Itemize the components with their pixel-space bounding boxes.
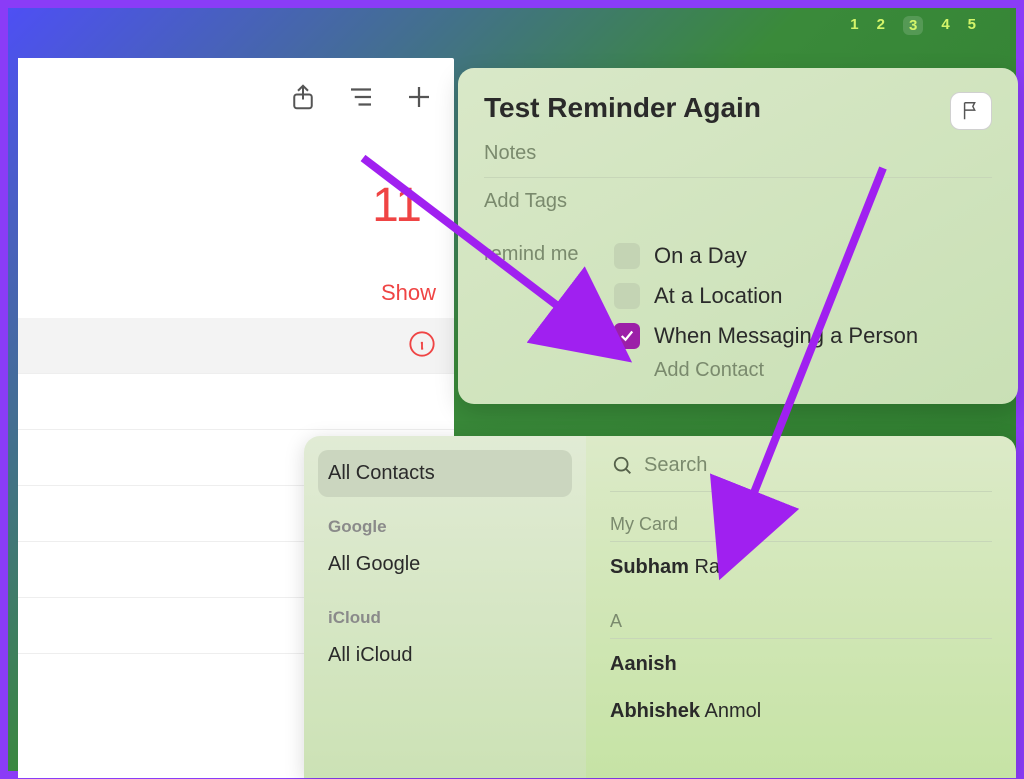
reminder-row-selected[interactable]: [18, 318, 454, 374]
reminder-detail-popover: Test Reminder Again Notes Add Tags remin…: [458, 68, 1018, 404]
option-label: On a Day: [654, 243, 747, 269]
toolbar: [288, 82, 434, 112]
cal-day-highlight: 3: [903, 16, 923, 35]
section-my-card: My Card: [610, 492, 992, 542]
share-icon[interactable]: [288, 82, 318, 112]
cal-day: 5: [968, 16, 976, 35]
contact-name-bold: Subham: [610, 556, 689, 578]
checkbox-checked[interactable]: [614, 323, 640, 349]
contact-name-rest: Raj: [689, 556, 725, 578]
option-when-messaging[interactable]: When Messaging a Person: [614, 323, 992, 349]
search-icon: [612, 455, 634, 477]
tags-field[interactable]: Add Tags: [484, 178, 992, 225]
option-at-a-location[interactable]: At a Location: [614, 283, 992, 309]
checkbox-unchecked[interactable]: [614, 243, 640, 269]
flag-button[interactable]: [950, 92, 992, 130]
section-a: A: [610, 589, 992, 639]
calendar-strip: 1 2 3 4 5: [850, 16, 976, 35]
add-icon[interactable]: [404, 82, 434, 112]
cal-day: 1: [850, 16, 858, 35]
add-contact-link[interactable]: Add Contact: [654, 359, 992, 382]
sidebar-item-all-google[interactable]: All Google: [318, 541, 572, 588]
search-field[interactable]: [610, 450, 992, 492]
sidebar-item-all-contacts[interactable]: All Contacts: [318, 450, 572, 497]
list-icon[interactable]: [346, 82, 376, 112]
reminder-title[interactable]: Test Reminder Again: [484, 92, 761, 124]
cal-day: 2: [877, 16, 885, 35]
contact-name-rest: Anmol: [700, 700, 761, 722]
sidebar-section-icloud: iCloud: [328, 608, 572, 628]
info-icon[interactable]: [408, 330, 436, 358]
option-on-a-day[interactable]: On a Day: [614, 243, 992, 269]
contact-row[interactable]: Abhishek Anmol: [610, 686, 992, 733]
notes-field[interactable]: Notes: [484, 130, 992, 178]
checkbox-unchecked[interactable]: [614, 283, 640, 309]
sidebar-item-all-icloud[interactable]: All iCloud: [318, 632, 572, 679]
reminder-row[interactable]: [18, 374, 454, 430]
contacts-picker: All Contacts Google All Google iCloud Al…: [304, 436, 1016, 778]
remind-me-label: remind me: [484, 243, 594, 382]
show-button[interactable]: Show: [381, 280, 436, 306]
contact-name-bold: Aanish: [610, 653, 677, 675]
option-label: At a Location: [654, 283, 782, 309]
option-label: When Messaging a Person: [654, 323, 918, 349]
contact-row[interactable]: Aanish: [610, 639, 992, 686]
cal-day: 4: [941, 16, 949, 35]
search-input[interactable]: [644, 454, 990, 477]
contact-my-card[interactable]: Subham Raj: [610, 542, 992, 589]
contacts-sidebar: All Contacts Google All Google iCloud Al…: [304, 436, 586, 778]
contacts-list-panel: My Card Subham Raj A Aanish Abhishek Anm…: [586, 436, 1016, 778]
sidebar-section-google: Google: [328, 517, 572, 537]
count-label: 11: [372, 178, 422, 233]
contact-name-bold: Abhishek: [610, 700, 700, 722]
